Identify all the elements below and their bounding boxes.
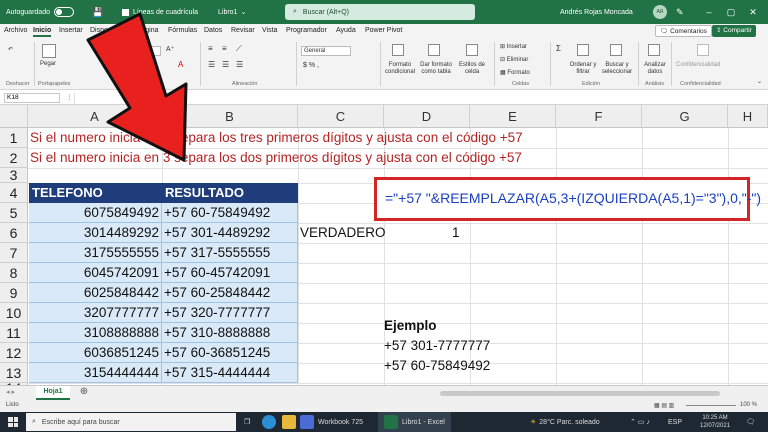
sheet-tabs-bar: ◂ ▸ Hoja1 ⊕ (0, 385, 768, 401)
notifications-icon[interactable]: 🗨 (746, 412, 755, 432)
taskbar-search[interactable]: ⌕ Escribe aquí para buscar (26, 413, 236, 431)
taskbar: ⌕ Escribe aquí para buscar ❐ Workbook 72… (0, 412, 768, 432)
view-icons[interactable]: ▦ ▤ ▥ (654, 402, 674, 409)
tab-nav-icon[interactable]: ◂ ▸ (6, 388, 15, 396)
clock-time: 10:25 AM (702, 415, 728, 421)
taskbar-search-placeholder: Escribe aquí para buscar (41, 418, 120, 426)
edge-icon[interactable] (262, 412, 276, 432)
tray-icons[interactable]: ⌃ ▭ ♪ (630, 412, 650, 432)
sheet-tab-hoja1[interactable]: Hoja1 (36, 386, 70, 400)
red-arrow-icon (86, 12, 188, 162)
clock-date: 12/07/2021 (700, 423, 731, 429)
status-bar: Listo ▦ ▤ ▥ 100 % (0, 401, 768, 412)
taskbar-app-excel[interactable]: Libro1 - Excel (378, 412, 451, 432)
taskbar-app-workbook-label: Workbook 725 (318, 418, 364, 426)
status-text: Listo (6, 402, 19, 408)
excel-icon (384, 415, 398, 429)
language-indicator[interactable]: ESP (668, 412, 682, 432)
taskbar-app-excel-label: Libro1 - Excel (402, 418, 445, 426)
weather-widget[interactable]: ☀ 28°C Parc. soleado (530, 412, 600, 432)
clock[interactable]: 10:25 AM 12/07/2021 (700, 412, 730, 432)
horizontal-scrollbar[interactable] (440, 391, 720, 396)
file-explorer-icon[interactable] (282, 412, 296, 432)
taskbar-app-workbook[interactable]: Workbook 725 (300, 412, 363, 432)
zoom-level: 100 % (740, 402, 758, 408)
windows-start-icon[interactable] (8, 412, 18, 432)
weather-text: 28°C Parc. soleado (539, 418, 600, 426)
zoom-slider[interactable] (686, 405, 736, 406)
task-view-icon[interactable]: ❐ (244, 412, 250, 432)
app-icon (300, 415, 314, 429)
weather-icon: ☀ (530, 419, 537, 426)
search-icon: ⌕ (32, 418, 36, 425)
add-sheet-icon[interactable]: ⊕ (78, 386, 90, 400)
